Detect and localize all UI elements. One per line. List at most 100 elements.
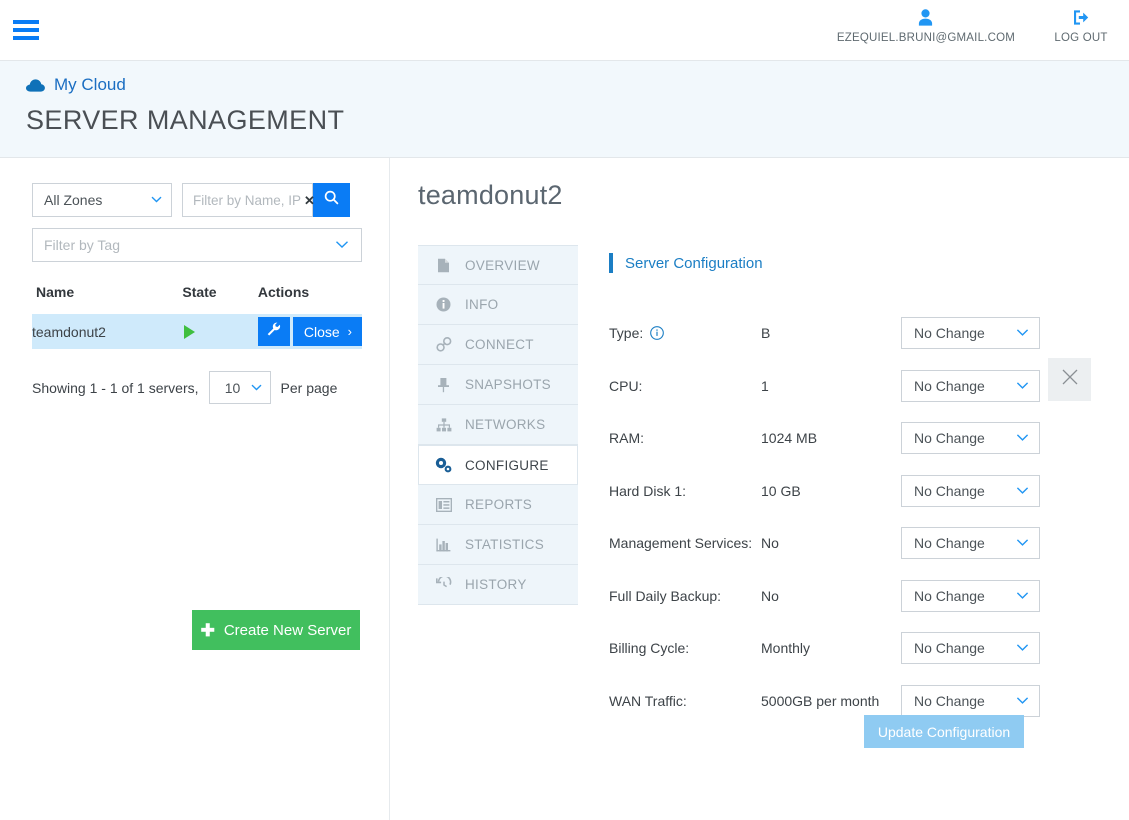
config-select-management-services[interactable]: No Change <box>901 527 1040 559</box>
chevron-down-icon <box>151 194 162 205</box>
tab-info[interactable]: INFO <box>418 285 578 325</box>
config-label: Management Services: <box>609 535 761 551</box>
config-row-billing-cycle: Billing Cycle: Monthly No Change <box>609 622 1129 675</box>
config-label-text: RAM: <box>609 430 644 446</box>
config-label: CPU: <box>609 378 761 394</box>
config-row-cpu: CPU: 1 No Change <box>609 360 1129 413</box>
detail-content: OVERVIEW INFO CONNECT <box>418 245 1129 727</box>
chevron-down-icon <box>1016 431 1029 444</box>
user-email-label: EZEQUIEL.BRUNI@GMAIL.COM <box>837 32 1015 44</box>
chevron-down-icon <box>1016 379 1029 392</box>
config-select-ram[interactable]: No Change <box>901 422 1040 454</box>
history-icon <box>435 577 452 592</box>
tab-history[interactable]: HISTORY <box>418 565 578 605</box>
document-icon <box>435 258 452 273</box>
tag-filter-placeholder: Filter by Tag <box>44 237 120 253</box>
zone-filter-value: All Zones <box>44 192 102 208</box>
server-detail-title: teamdonut2 <box>418 180 1129 211</box>
config-label-text: Type: <box>609 325 643 341</box>
clear-filter-icon[interactable]: ✕ <box>304 194 315 207</box>
config-value: No <box>761 535 901 551</box>
config-value: No <box>761 588 901 604</box>
top-bar-actions: EZEQUIEL.BRUNI@GMAIL.COM LOG OUT <box>837 6 1111 44</box>
config-select-hard-disk-1[interactable]: No Change <box>901 475 1040 507</box>
user-account-button[interactable]: EZEQUIEL.BRUNI@GMAIL.COM <box>837 6 1015 44</box>
config-value: 1024 MB <box>761 430 901 446</box>
chevron-down-icon <box>1016 694 1029 707</box>
tab-snapshots[interactable]: SNAPSHOTS <box>418 365 578 405</box>
manage-server-button[interactable] <box>258 317 290 346</box>
config-label-text: CPU: <box>609 378 642 394</box>
cloud-icon <box>26 79 45 92</box>
filters-row: All Zones Filter by Name, IP ✕ <box>32 183 361 217</box>
tag-filter-select[interactable]: Filter by Tag <box>32 228 362 262</box>
create-new-server-label: Create New Server <box>224 622 352 639</box>
zone-filter-select[interactable]: All Zones <box>32 183 172 217</box>
tab-overview[interactable]: OVERVIEW <box>418 245 578 285</box>
config-select-value: No Change <box>914 640 985 656</box>
config-label-text: Full Daily Backup: <box>609 588 721 604</box>
tab-label: REPORTS <box>465 497 532 512</box>
config-select-type[interactable]: No Change <box>901 317 1040 349</box>
name-ip-filter-placeholder: Filter by Name, IP <box>193 193 301 208</box>
section-title: Server Configuration <box>625 255 763 272</box>
report-icon <box>435 498 452 512</box>
config-select-value: No Change <box>914 588 985 604</box>
create-new-server-button[interactable]: ✚ Create New Server <box>192 610 360 650</box>
config-value: B <box>761 325 901 341</box>
chevron-down-icon <box>335 237 349 251</box>
tab-networks[interactable]: NETWORKS <box>418 405 578 445</box>
config-select-billing-cycle[interactable]: No Change <box>901 632 1040 664</box>
server-name-cell: teamdonut2 <box>32 314 182 349</box>
config-select-full-daily-backup[interactable]: No Change <box>901 580 1040 612</box>
bar-chart-icon <box>435 538 452 552</box>
config-row-type: Type: B No Change <box>609 307 1129 360</box>
pin-icon <box>435 377 452 393</box>
logout-button[interactable]: LOG OUT <box>1051 6 1111 44</box>
config-select-wan-traffic[interactable]: No Change <box>901 685 1040 717</box>
hamburger-menu-icon[interactable] <box>13 20 39 40</box>
tab-label: CONNECT <box>465 337 534 352</box>
gears-icon <box>435 457 452 473</box>
name-ip-filter-input[interactable]: Filter by Name, IP ✕ <box>182 183 313 217</box>
update-configuration-button[interactable]: Update Configuration <box>864 715 1024 748</box>
tab-connect[interactable]: CONNECT <box>418 325 578 365</box>
tab-statistics[interactable]: STATISTICS <box>418 525 578 565</box>
top-bar: EZEQUIEL.BRUNI@GMAIL.COM LOG OUT <box>0 0 1129 61</box>
table-header-row: Name State Actions <box>32 284 362 314</box>
page-header: My Cloud SERVER MANAGEMENT <box>0 61 1129 158</box>
chevron-down-icon <box>1016 641 1029 654</box>
close-server-button[interactable]: Close › <box>293 317 362 346</box>
info-icon <box>435 297 452 312</box>
server-configuration-panel: Server Configuration Type: B <box>578 245 1129 727</box>
showing-count-label: Showing 1 - 1 of 1 servers, <box>32 380 199 396</box>
column-header-actions: Actions <box>258 284 362 314</box>
config-value: Monthly <box>761 640 901 656</box>
config-select-cpu[interactable]: No Change <box>901 370 1040 402</box>
config-label: Type: <box>609 325 761 341</box>
hamburger-bar <box>13 20 39 24</box>
per-page-label: Per page <box>281 380 338 396</box>
network-icon <box>435 418 452 432</box>
section-accent-bar <box>609 253 613 273</box>
tab-label: CONFIGURE <box>465 458 549 473</box>
config-select-value: No Change <box>914 430 985 446</box>
chevron-down-icon <box>1016 589 1029 602</box>
breadcrumb[interactable]: My Cloud <box>26 75 1129 95</box>
tab-configure[interactable]: CONFIGURE <box>418 445 578 485</box>
search-button[interactable] <box>312 183 350 217</box>
config-label-text: Billing Cycle: <box>609 640 689 656</box>
config-select-value: No Change <box>914 693 985 709</box>
pagination-bar: Showing 1 - 1 of 1 servers, 10 Per page <box>32 371 361 404</box>
tab-reports[interactable]: REPORTS <box>418 485 578 525</box>
breadcrumb-label: My Cloud <box>54 75 126 95</box>
per-page-select[interactable]: 10 <box>209 371 271 404</box>
info-icon[interactable] <box>650 326 664 340</box>
user-icon <box>918 6 933 28</box>
logout-icon <box>1072 6 1091 28</box>
link-icon <box>435 337 452 352</box>
config-label: Full Daily Backup: <box>609 588 761 604</box>
configuration-rows: Type: B No Change <box>609 307 1129 727</box>
table-row[interactable]: teamdonut2 <box>32 314 362 349</box>
config-value: 10 GB <box>761 483 901 499</box>
